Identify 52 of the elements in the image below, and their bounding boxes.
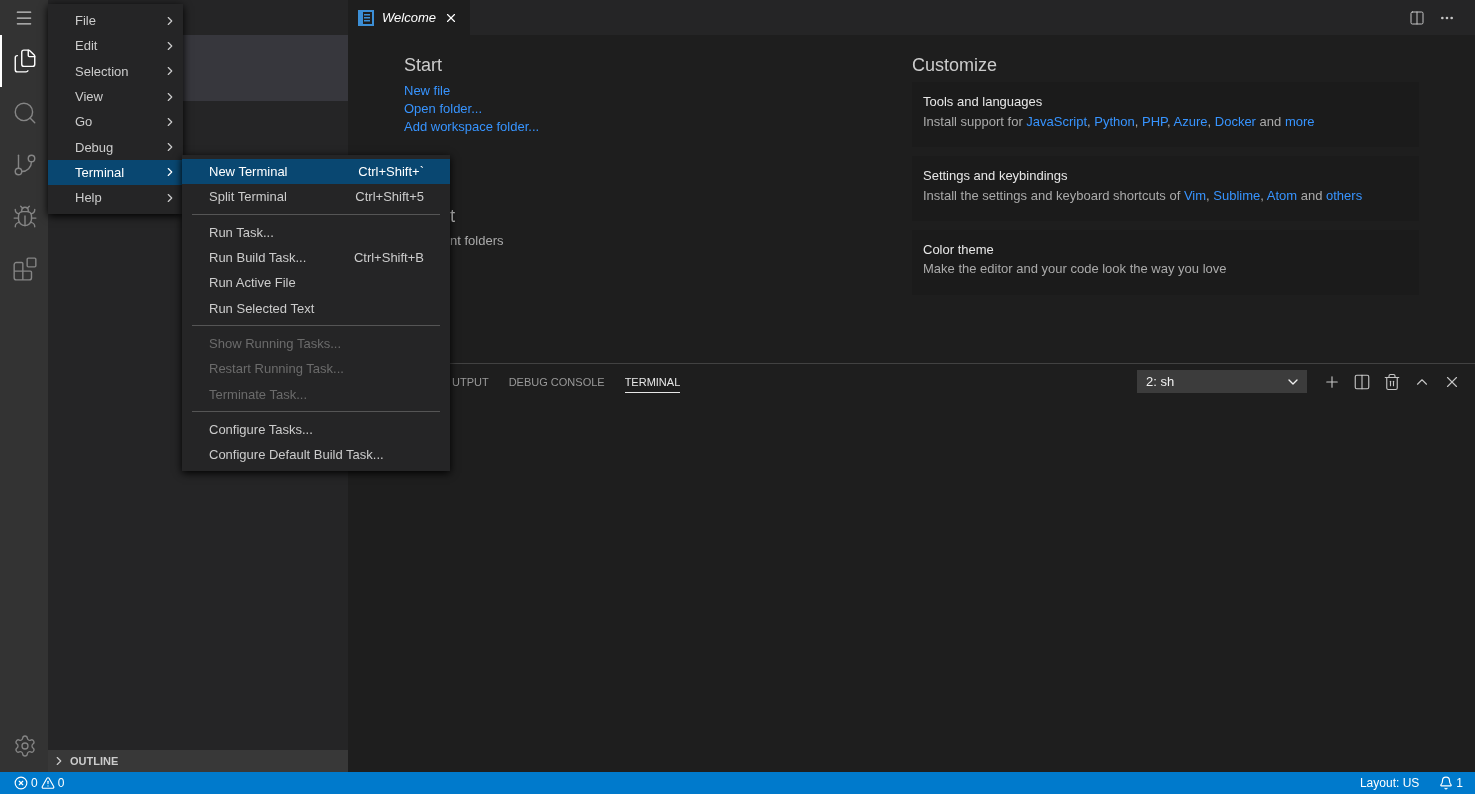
link[interactable]: more bbox=[1284, 114, 1315, 129]
section-heading: Customize bbox=[912, 55, 999, 76]
menu-item[interactable]: Edit bbox=[48, 33, 183, 59]
menu-item[interactable]: Configure Default Build Task... bbox=[182, 441, 450, 468]
menu-item[interactable]: File bbox=[48, 8, 183, 34]
error-icon bbox=[14, 776, 28, 790]
panel-tab[interactable]: TERMINAL bbox=[624, 370, 681, 393]
link[interactable]: New file bbox=[404, 82, 451, 100]
link[interactable]: Python bbox=[1094, 114, 1135, 129]
menu-item[interactable]: Go bbox=[48, 109, 183, 135]
section-heading: Start bbox=[404, 55, 443, 76]
section-heading: t bbox=[450, 206, 456, 227]
menu-item[interactable]: Split Terminal Ctrl+Shift+5 bbox=[182, 184, 450, 210]
split-editor-icon[interactable] bbox=[1409, 9, 1425, 26]
split-icon[interactable] bbox=[1353, 372, 1371, 391]
recent-text: nt folders bbox=[450, 233, 505, 248]
menu-item[interactable]: Configure Tasks... bbox=[182, 416, 450, 442]
menu-item[interactable]: Selection bbox=[48, 58, 183, 84]
trash-icon[interactable] bbox=[1383, 372, 1401, 391]
link[interactable]: Open folder... bbox=[404, 100, 483, 118]
link[interactable]: PHP bbox=[1142, 114, 1168, 129]
card-title: Settings and keybindings bbox=[923, 168, 1069, 183]
link[interactable]: Azure bbox=[1173, 114, 1208, 129]
errors-indicator[interactable]: 0 0 bbox=[14, 776, 65, 790]
menu-item[interactable]: New Terminal Ctrl+Shift+` bbox=[182, 159, 450, 185]
card-title: Tools and languages bbox=[923, 94, 1044, 109]
outline-header[interactable]: OUTLINE bbox=[48, 750, 348, 772]
card-title: Color theme bbox=[923, 242, 995, 257]
link[interactable]: Add workspace folder... bbox=[404, 118, 540, 136]
menu-item[interactable]: View bbox=[48, 83, 183, 110]
link[interactable]: Docker bbox=[1214, 114, 1256, 129]
menu-item[interactable]: Run Build Task... Ctrl+Shift+B bbox=[182, 244, 450, 271]
menu-item[interactable]: Run Selected Text bbox=[182, 295, 450, 321]
menu-item[interactable]: Debug bbox=[48, 134, 183, 160]
link[interactable]: Atom bbox=[1266, 188, 1298, 203]
card-description: Install the settings and keyboard shortcuts of Vim, Sublime, Atom and others bbox=[923, 187, 1364, 205]
menu-item[interactable]: Run Task... bbox=[182, 219, 450, 245]
card-description: Make the editor and your code look the way you love bbox=[923, 261, 1228, 276]
editor-tab[interactable]: Welcome bbox=[348, 0, 470, 35]
document-icon bbox=[358, 9, 374, 26]
notifications-indicator[interactable]: 1 bbox=[1439, 776, 1463, 790]
layout-indicator[interactable]: Layout: US bbox=[1359, 776, 1420, 790]
menu-item[interactable]: Help bbox=[48, 185, 183, 211]
bell-icon bbox=[1439, 776, 1454, 790]
terminal-select[interactable]: 2: sh bbox=[1137, 370, 1307, 393]
link[interactable]: others bbox=[1326, 188, 1363, 203]
warning-icon bbox=[40, 776, 55, 790]
menu-item[interactable]: Run Active File bbox=[182, 270, 450, 296]
panel-tab[interactable]: UTPUT bbox=[452, 370, 489, 393]
panel-tab[interactable]: DEBUG CONSOLE bbox=[508, 370, 605, 393]
menu-item[interactable]: Terminal bbox=[48, 159, 183, 186]
card-description: Install support for JavaScript, Python, PHP, Azure, Docker and more bbox=[923, 113, 1316, 131]
